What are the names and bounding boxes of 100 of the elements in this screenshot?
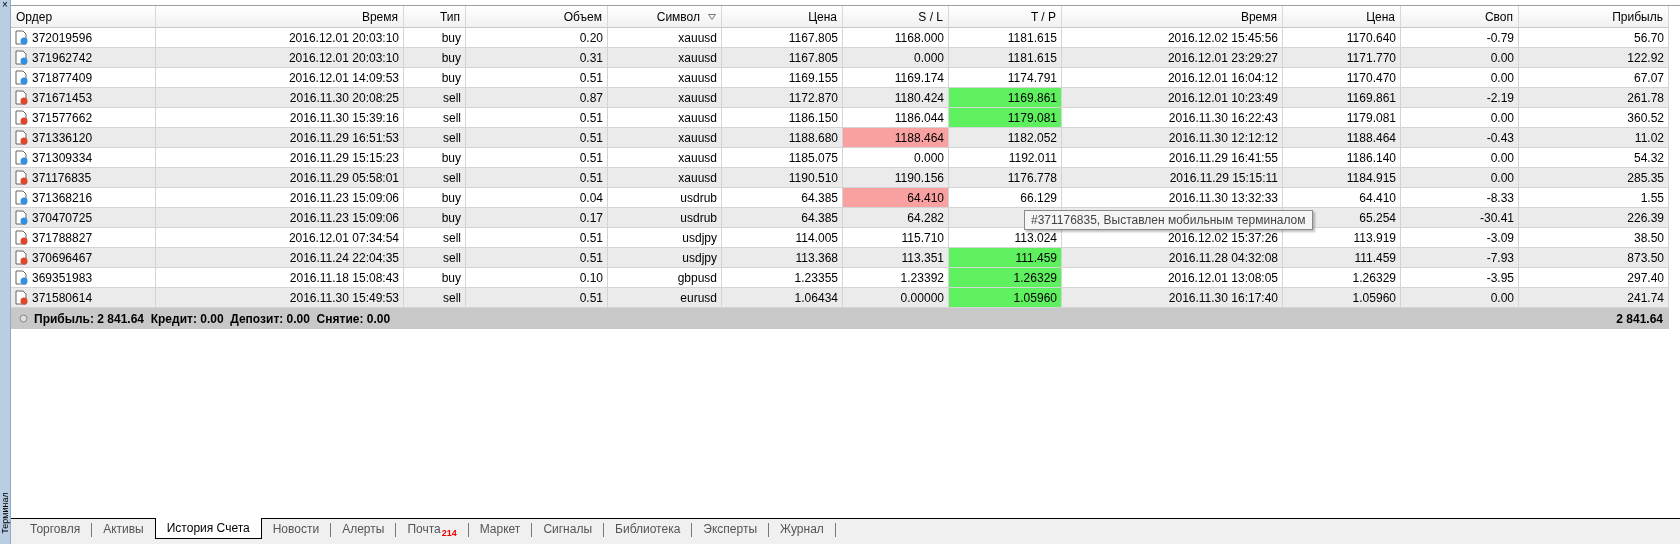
table-cell: 2016.11.30 16:22:43 bbox=[1062, 108, 1283, 128]
table-cell: xauusd bbox=[608, 128, 722, 148]
order-number: 371877409 bbox=[32, 70, 93, 85]
summary-text: Прибыль: 2 841.64 Кредит: 0.00 Депозит: 0.00 Снятие: 0.00 bbox=[34, 311, 391, 326]
table-cell: 1.05960 bbox=[949, 288, 1062, 308]
column-header[interactable]: Символ bbox=[608, 6, 722, 28]
table-cell: 2016.11.30 12:12:12 bbox=[1062, 128, 1283, 148]
table-cell: 0.00 bbox=[1401, 148, 1519, 168]
table-cell: 1.26329 bbox=[949, 268, 1062, 288]
table-cell: 285.35 bbox=[1519, 168, 1669, 188]
table-cell: 0.000 bbox=[843, 148, 949, 168]
table-cell: 64.410 bbox=[843, 188, 949, 208]
close-button[interactable]: × bbox=[2, 0, 8, 10]
table-cell: 1184.915 bbox=[1283, 168, 1401, 188]
table-cell: 0.51 bbox=[466, 228, 608, 248]
table-cell: 0.51 bbox=[466, 128, 608, 148]
table-cell: buy bbox=[404, 188, 466, 208]
order-number: 371580614 bbox=[32, 290, 93, 305]
table-cell: 1186.150 bbox=[722, 108, 843, 128]
tab[interactable]: Маркет bbox=[468, 519, 532, 539]
table-cell: 1190.510 bbox=[722, 168, 843, 188]
table-cell: 2016.12.01 20:03:10 bbox=[156, 48, 404, 68]
table-cell: 2016.12.01 16:04:12 bbox=[1062, 68, 1283, 88]
table-cell: 1168.000 bbox=[843, 28, 949, 48]
table-cell: 1182.052 bbox=[949, 128, 1062, 148]
tab[interactable]: Активы bbox=[92, 519, 155, 539]
column-header[interactable]: Прибыль bbox=[1519, 6, 1669, 28]
table-cell: usdjpy bbox=[608, 248, 722, 268]
table-cell: 115.710 bbox=[843, 228, 949, 248]
table-cell: xauusd bbox=[608, 108, 722, 128]
table-cell: 0.51 bbox=[466, 288, 608, 308]
collapse-icon bbox=[19, 314, 28, 323]
table-cell: xauusd bbox=[608, 88, 722, 108]
table-cell: xauusd bbox=[608, 168, 722, 188]
table-cell: -0.79 bbox=[1401, 28, 1519, 48]
table-cell: 1.23355 bbox=[722, 268, 843, 288]
table-cell: 0.20 bbox=[466, 28, 608, 48]
tab[interactable]: Новости bbox=[261, 519, 331, 539]
table-cell: 0.51 bbox=[466, 168, 608, 188]
table-cell: 2016.12.02 15:45:56 bbox=[1062, 28, 1283, 48]
table-cell: 54.32 bbox=[1519, 148, 1669, 168]
tooltip: #371176835, Выставлен мобильным терминалом bbox=[1024, 210, 1313, 230]
table-cell: 56.70 bbox=[1519, 28, 1669, 48]
column-header[interactable]: Цена bbox=[1283, 6, 1401, 28]
table-cell: 2016.11.24 22:04:35 bbox=[156, 248, 404, 268]
column-header[interactable]: Время bbox=[156, 6, 404, 28]
tab[interactable]: Сигналы bbox=[532, 519, 604, 539]
column-header[interactable]: Цена bbox=[722, 6, 843, 28]
table-cell: 0.00 bbox=[1401, 108, 1519, 128]
table-cell: 2016.11.29 16:51:53 bbox=[156, 128, 404, 148]
table-cell: 0.51 bbox=[466, 148, 608, 168]
order-number: 369351983 bbox=[32, 270, 93, 285]
table-cell: 1172.870 bbox=[722, 88, 843, 108]
table-cell: 1179.081 bbox=[1283, 108, 1401, 128]
order-number: 371176835 bbox=[32, 170, 92, 185]
table-cell: buy bbox=[404, 268, 466, 288]
table-cell: 1176.778 bbox=[949, 168, 1062, 188]
table-cell: buy bbox=[404, 48, 466, 68]
table-cell: -7.93 bbox=[1401, 248, 1519, 268]
table-cell: 111.459 bbox=[949, 248, 1062, 268]
panel-title: Терминал bbox=[0, 492, 10, 534]
table-cell: 1167.805 bbox=[722, 48, 843, 68]
tab[interactable]: Библиотека bbox=[604, 519, 692, 539]
table-cell: -8.33 bbox=[1401, 188, 1519, 208]
order-number: 370696467 bbox=[32, 250, 93, 265]
tab[interactable]: История Счета bbox=[154, 518, 262, 539]
table-cell: 2016.11.30 20:08:25 bbox=[156, 88, 404, 108]
table-cell: 1.05960 bbox=[1283, 288, 1401, 308]
table-cell: -3.95 bbox=[1401, 268, 1519, 288]
table-cell: 64.385 bbox=[722, 208, 843, 228]
column-header[interactable]: S / L bbox=[843, 6, 949, 28]
table-cell: 113.024 bbox=[949, 228, 1062, 248]
table-cell: 2016.11.30 15:39:16 bbox=[156, 108, 404, 128]
table-cell: 0.04 bbox=[466, 188, 608, 208]
table-cell: 1174.791 bbox=[949, 68, 1062, 88]
tab[interactable]: Алерты bbox=[331, 519, 396, 539]
tab[interactable]: Журнал bbox=[769, 519, 835, 539]
table-cell: 297.40 bbox=[1519, 268, 1669, 288]
table-cell: 1181.615 bbox=[949, 28, 1062, 48]
table-cell: xauusd bbox=[608, 148, 722, 168]
table-cell: 226.39 bbox=[1519, 208, 1669, 228]
table-cell: 1170.640 bbox=[1283, 28, 1401, 48]
tab[interactable]: Торговля bbox=[19, 519, 92, 539]
table-cell: 0.51 bbox=[466, 248, 608, 268]
column-header[interactable]: Своп bbox=[1401, 6, 1519, 28]
order-number: 370470725 bbox=[32, 210, 93, 225]
table-cell: 0.00000 bbox=[843, 288, 949, 308]
column-header[interactable]: Ордер bbox=[11, 6, 156, 28]
table-cell: 0.31 bbox=[466, 48, 608, 68]
tab[interactable]: Эксперты bbox=[692, 519, 769, 539]
table-cell: 1180.424 bbox=[843, 88, 949, 108]
column-header[interactable]: T / P bbox=[949, 6, 1062, 28]
column-header[interactable]: Время bbox=[1062, 6, 1283, 28]
table-cell: 2016.12.01 07:34:54 bbox=[156, 228, 404, 248]
table-cell: 1185.075 bbox=[722, 148, 843, 168]
table-cell: 1170.470 bbox=[1283, 68, 1401, 88]
table-cell: -2.19 bbox=[1401, 88, 1519, 108]
column-header[interactable]: Тип bbox=[404, 6, 466, 28]
table-cell: 0.51 bbox=[466, 68, 608, 88]
column-header[interactable]: Объем bbox=[466, 6, 608, 28]
